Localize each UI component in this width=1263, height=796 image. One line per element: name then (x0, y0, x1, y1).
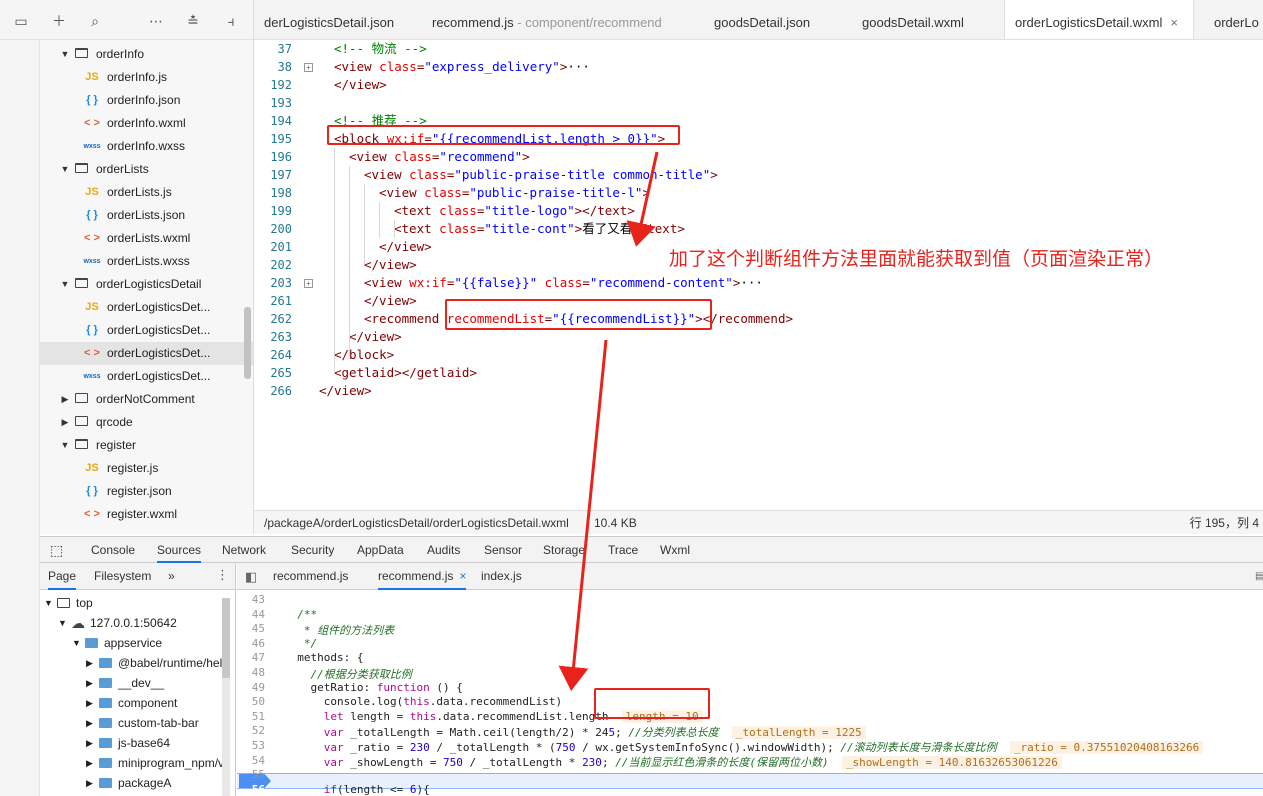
arrow-to-length-value (558, 339, 608, 691)
line-number: 56 (251, 782, 265, 796)
annotation-arrows (558, 151, 659, 691)
arrow-to-annotation-text (626, 151, 659, 247)
